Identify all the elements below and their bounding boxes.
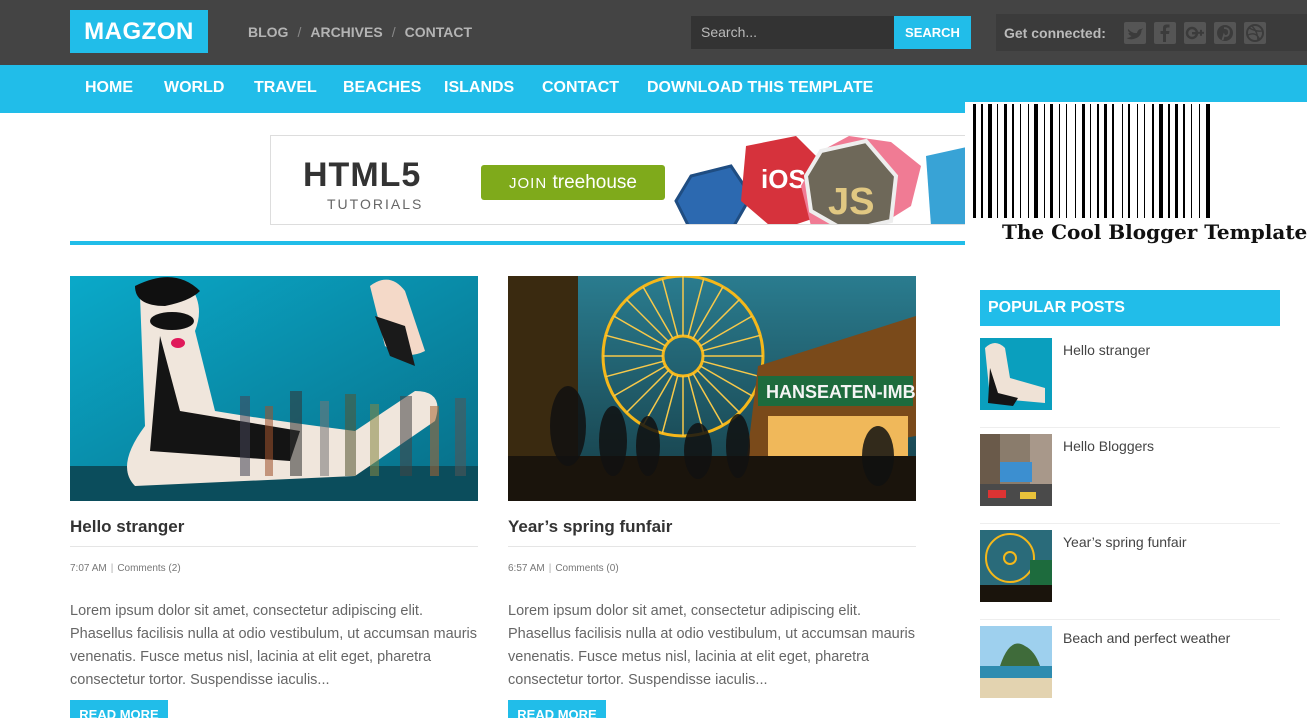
nav-home[interactable]: HOME xyxy=(85,79,133,97)
topnav-blog[interactable]: BLOG xyxy=(248,24,288,40)
site-logo[interactable]: MAGZON xyxy=(70,10,208,53)
barcode-graphic xyxy=(973,104,1210,218)
popular-divider xyxy=(980,427,1280,428)
read-more-button[interactable]: READ MORE xyxy=(508,700,606,718)
post-divider xyxy=(70,546,478,547)
post-time: 7:07 AM xyxy=(70,563,107,574)
banner-subtitle: TUTORIALS xyxy=(327,196,424,212)
top-bar: MAGZON BLOG / ARCHIVES / CONTACT Search... S… xyxy=(0,0,1307,65)
post-comments-link[interactable]: Comments (0) xyxy=(555,563,618,574)
popular-post-title[interactable]: Year’s spring funfair xyxy=(1063,534,1186,550)
post-meta: 6:57 AM | Comments (0) xyxy=(508,563,619,574)
search-button[interactable]: SEARCH xyxy=(894,16,971,49)
topnav-archives[interactable]: ARCHIVES xyxy=(310,24,382,40)
nav-world[interactable]: WORLD xyxy=(164,79,224,97)
post-meta: 7:07 AM | Comments (2) xyxy=(70,563,181,574)
top-nav: BLOG / ARCHIVES / CONTACT xyxy=(248,24,472,40)
cta-brand: treehouse xyxy=(552,172,637,193)
pinterest-icon[interactable] xyxy=(1214,22,1236,44)
post-image-spring-funfair[interactable]: HANSEATEN-IMB xyxy=(508,276,916,501)
post-comments-link[interactable]: Comments (2) xyxy=(117,563,180,574)
popular-post-thumbnail[interactable] xyxy=(980,626,1052,698)
cta-prefix: JOIN xyxy=(509,175,548,192)
post-excerpt: Lorem ipsum dolor sit amet, consectetur … xyxy=(70,603,477,688)
popular-posts-heading: POPULAR POSTS xyxy=(980,290,1280,326)
tech-badges-graphic: iOS JS xyxy=(674,136,969,224)
nav-contact[interactable]: CONTACT xyxy=(542,79,619,97)
nav-beaches[interactable]: BEACHES xyxy=(343,79,421,97)
popular-post-thumbnail[interactable] xyxy=(980,338,1052,410)
post-title[interactable]: Year’s spring funfair xyxy=(508,517,672,537)
popular-post-thumbnail[interactable] xyxy=(980,530,1052,602)
google-plus-icon[interactable] xyxy=(1184,22,1206,44)
social-connect: Get connected: xyxy=(996,14,1307,51)
nav-download-template[interactable]: DOWNLOAD THIS TEMPLATE xyxy=(647,79,873,97)
badge-ios: iOS xyxy=(761,164,806,194)
svg-text:HANSEATEN-IMB: HANSEATEN-IMB xyxy=(766,382,916,402)
join-treehouse-button[interactable]: JOIN treehouse xyxy=(481,165,665,200)
search-input[interactable]: Search... xyxy=(691,16,894,49)
ad-banner[interactable]: HTML5 TUTORIALS JOIN treehouse iOS JS xyxy=(270,135,970,225)
post-title[interactable]: Hello stranger xyxy=(70,517,184,537)
post-excerpt: Lorem ipsum dolor sit amet, consectetur … xyxy=(508,603,915,688)
topnav-separator: / xyxy=(391,24,396,40)
popular-divider xyxy=(980,619,1280,620)
badge-js: JS xyxy=(828,181,874,223)
watermark-text: The Cool Blogger Templates xyxy=(1002,220,1307,244)
popular-post-title[interactable]: Beach and perfect weather xyxy=(1063,630,1230,646)
popular-post-title[interactable]: Hello stranger xyxy=(1063,342,1150,358)
header-divider xyxy=(70,241,970,245)
post-divider xyxy=(508,546,916,547)
popular-divider xyxy=(980,523,1280,524)
popular-post-title[interactable]: Hello Bloggers xyxy=(1063,438,1154,454)
popular-post-thumbnail[interactable] xyxy=(980,434,1052,506)
read-more-button[interactable]: READ MORE xyxy=(70,700,168,718)
banner-headline: HTML5 xyxy=(303,156,422,194)
nav-travel[interactable]: TRAVEL xyxy=(254,79,317,97)
topnav-separator: / xyxy=(297,24,302,40)
post-time: 6:57 AM xyxy=(508,563,545,574)
topnav-contact[interactable]: CONTACT xyxy=(405,24,472,40)
dribbble-icon[interactable] xyxy=(1244,22,1266,44)
connect-label: Get connected: xyxy=(1004,25,1106,41)
post-image-hello-stranger[interactable] xyxy=(70,276,478,501)
nav-islands[interactable]: ISLANDS xyxy=(444,79,514,97)
twitter-icon[interactable] xyxy=(1124,22,1146,44)
facebook-icon[interactable] xyxy=(1154,22,1176,44)
